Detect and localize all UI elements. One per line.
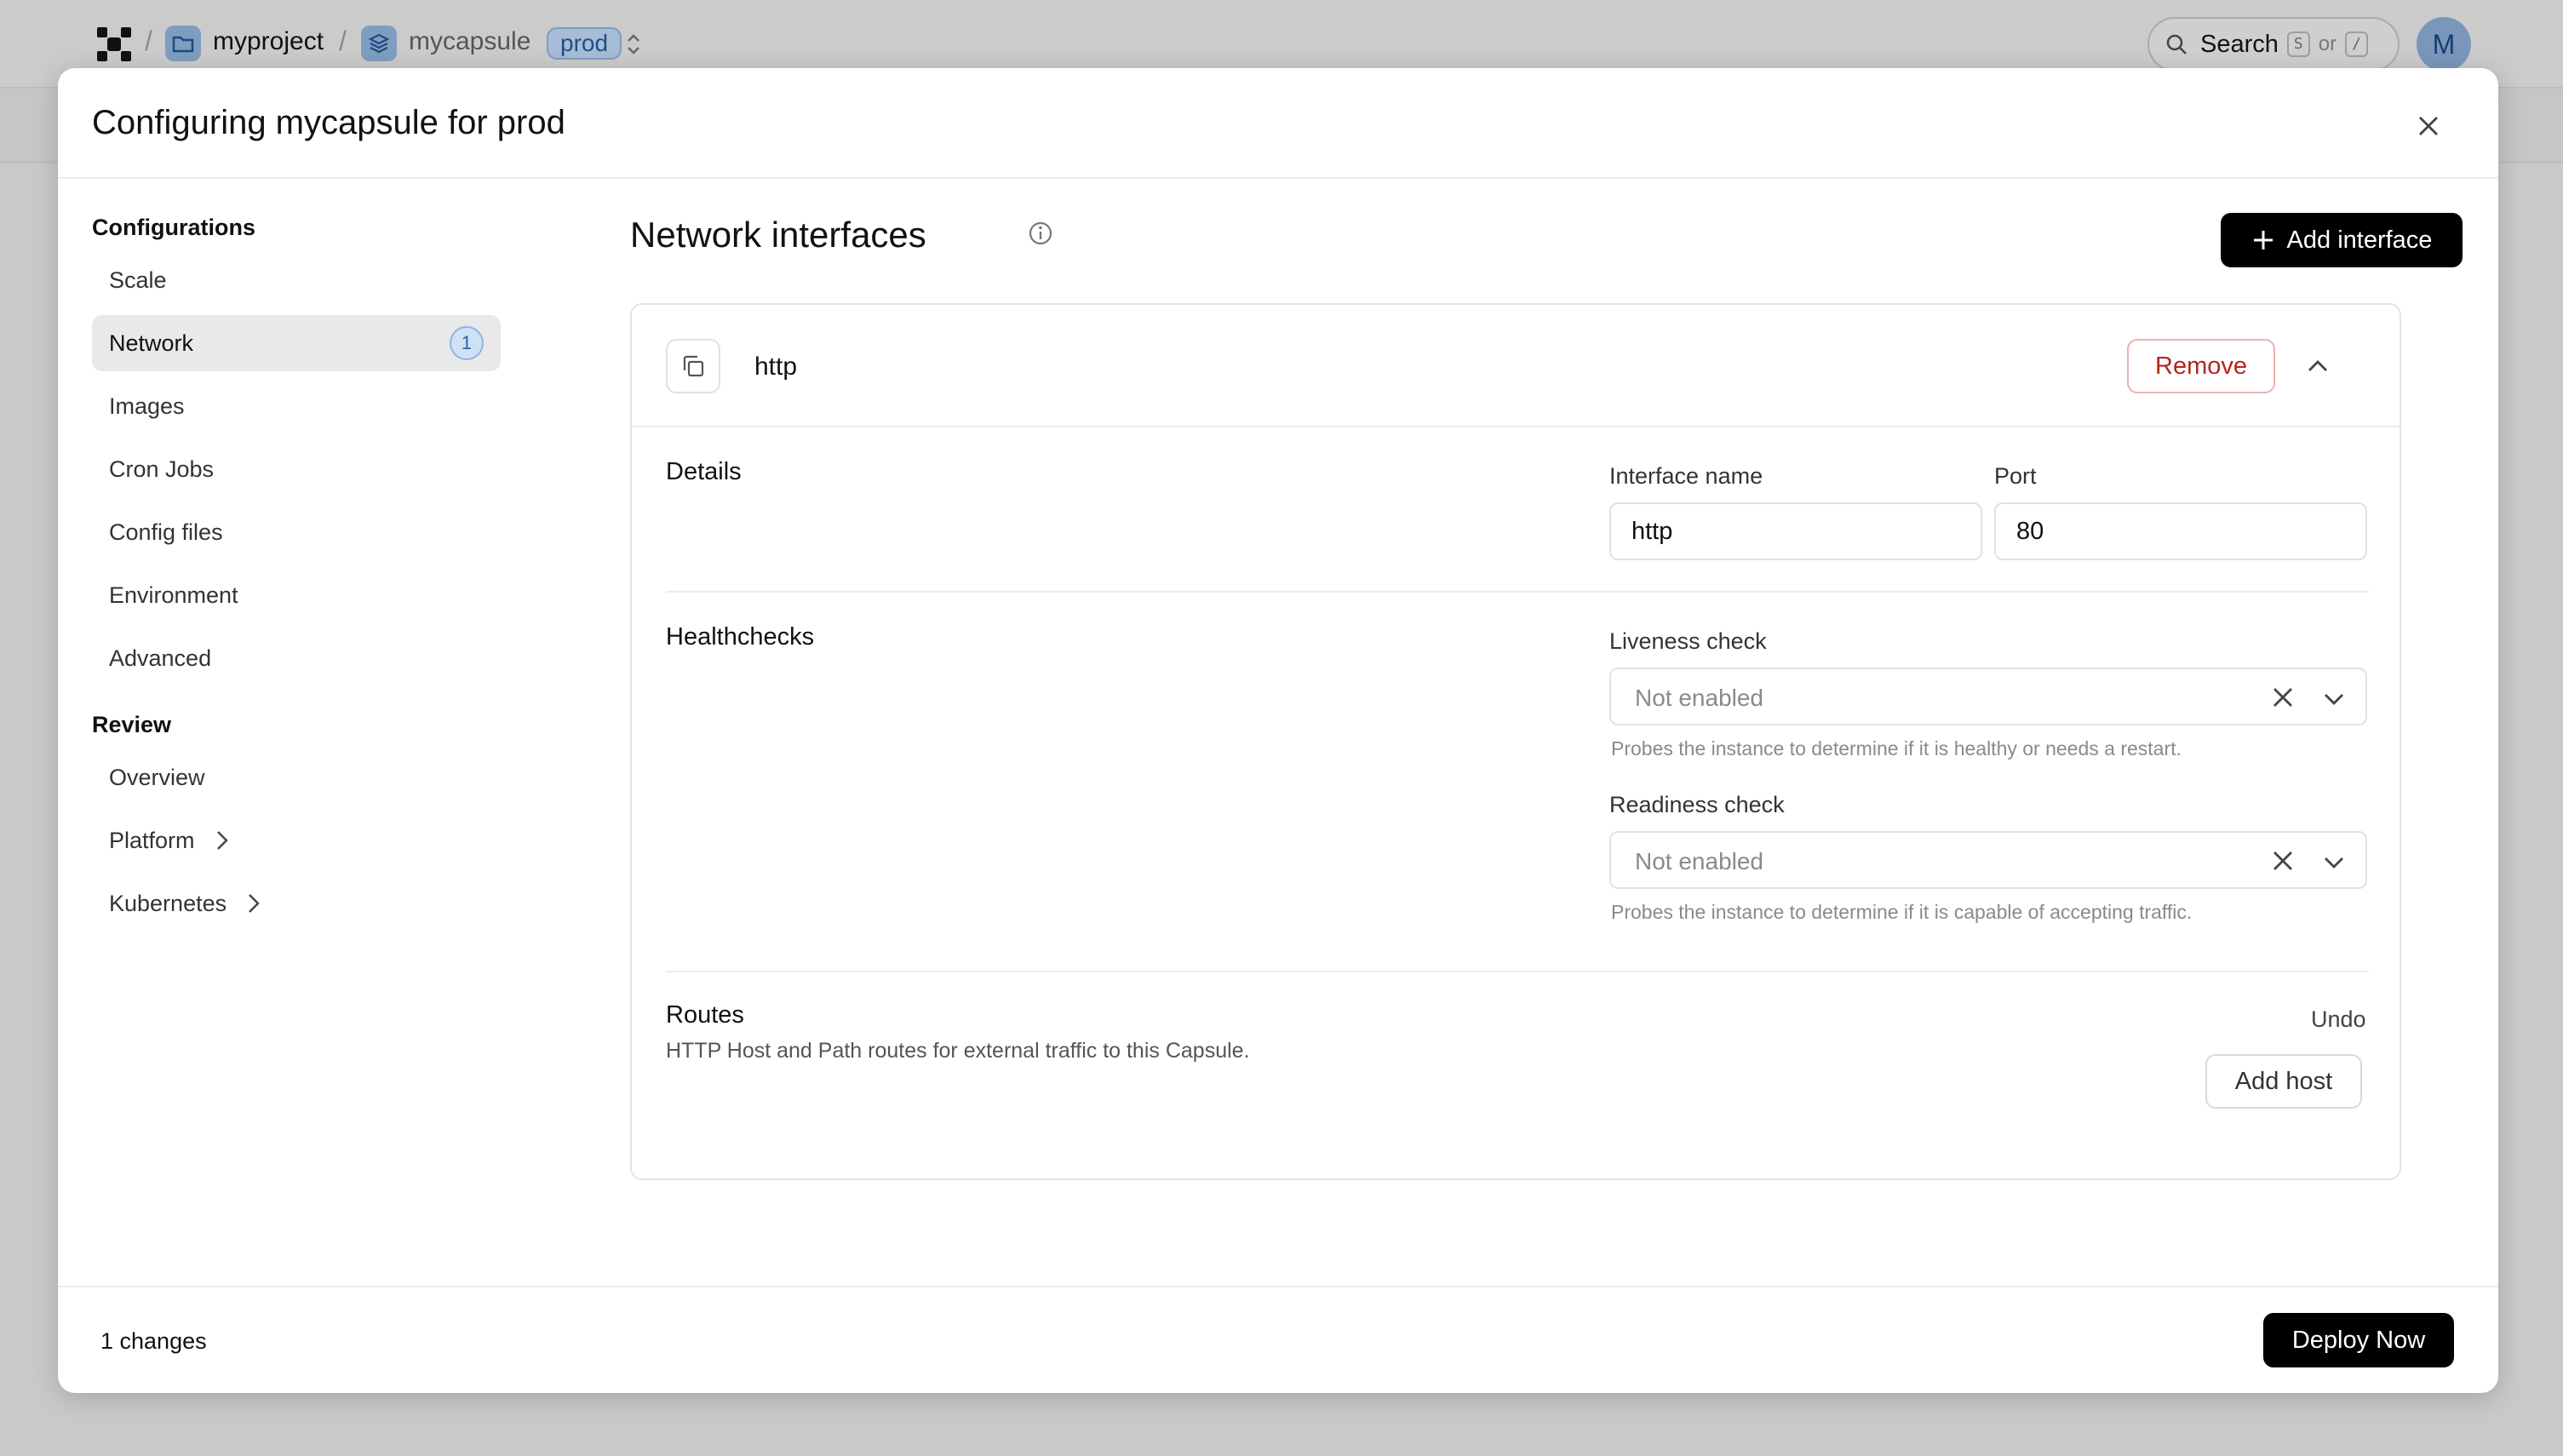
copy-icon — [683, 355, 704, 377]
sidebar-item-config-files[interactable]: Config files — [92, 504, 501, 560]
modal-header: Configuring mycapsule for prod — [58, 68, 2498, 179]
remove-interface-button[interactable]: Remove — [2127, 339, 2275, 393]
sidebar-item-label: Images — [109, 393, 185, 419]
chevron-up-icon[interactable] — [2301, 349, 2335, 383]
search-icon — [2166, 34, 2187, 54]
divider — [666, 591, 2369, 593]
sidebar-item-network[interactable]: Network 1 — [92, 315, 501, 371]
search-shortcut-or: or — [2318, 32, 2337, 55]
undo-button[interactable]: Undo — [2311, 1006, 2366, 1033]
routes-label: Routes — [666, 1001, 744, 1029]
breadcrumb-project[interactable]: myproject — [213, 27, 324, 56]
configure-modal: Configuring mycapsule for prod Configura… — [58, 68, 2498, 1393]
breadcrumb-separator: / — [339, 26, 347, 56]
clear-icon[interactable] — [2268, 846, 2297, 875]
close-icon[interactable] — [2411, 109, 2445, 143]
sidebar-item-cron-jobs[interactable]: Cron Jobs — [92, 441, 501, 497]
app-logo-icon[interactable] — [95, 26, 133, 63]
sidebar-item-label: Cron Jobs — [109, 456, 215, 482]
breadcrumb-separator: / — [145, 26, 152, 56]
interface-card-header: http Remove — [632, 305, 2400, 427]
sidebar-item-label: Scale — [109, 267, 167, 293]
changes-count: 1 changes — [100, 1328, 207, 1354]
chevron-down-icon[interactable] — [2319, 685, 2348, 714]
routes-description: HTTP Host and Path routes for external t… — [666, 1039, 1250, 1063]
sidebar-item-images[interactable]: Images — [92, 378, 501, 434]
search-shortcut-key: S — [2286, 32, 2310, 57]
readiness-check-help: Probes the instance to determine if it i… — [1611, 901, 2193, 923]
folder-icon — [165, 26, 201, 61]
capsule-icon — [361, 26, 397, 61]
plus-icon — [2253, 231, 2273, 249]
search-label: Search — [2200, 30, 2279, 58]
chevron-right-icon — [249, 894, 260, 913]
interface-card: http Remove Details Interface name Port … — [630, 303, 2401, 1180]
port-input[interactable]: 80 — [1994, 502, 2367, 560]
modal-footer: 1 changes Deploy Now — [58, 1286, 2498, 1393]
interface-name-input[interactable]: http — [1609, 502, 1982, 560]
add-host-button[interactable]: Add host — [2205, 1054, 2362, 1109]
search-shortcut-key: / — [2345, 32, 2368, 57]
sidebar-heading-configurations: Configurations — [92, 215, 255, 240]
readiness-check-label: Readiness check — [1609, 792, 1785, 817]
sidebar-item-label: Config files — [109, 519, 223, 545]
chevron-up-down-icon[interactable] — [623, 29, 644, 60]
breadcrumb-capsule[interactable]: mycapsule — [409, 27, 530, 56]
sidebar-item-label: Network — [109, 330, 194, 356]
sidebar-item-scale[interactable]: Scale — [92, 252, 501, 308]
section-title: Network interfaces — [630, 215, 926, 255]
sidebar-item-kubernetes[interactable]: Kubernetes — [92, 875, 501, 931]
sidebar-item-label: Environment — [109, 582, 238, 608]
sidebar-item-platform[interactable]: Platform — [92, 812, 501, 868]
search-button[interactable]: Search S or / — [2147, 17, 2400, 72]
readiness-check-placeholder: Not enabled — [1635, 848, 1764, 874]
sidebar-item-environment[interactable]: Environment — [92, 567, 501, 623]
changes-count-badge: 1 — [450, 326, 484, 360]
deploy-now-button[interactable]: Deploy Now — [2263, 1313, 2454, 1367]
clear-icon[interactable] — [2268, 683, 2297, 712]
sidebar-item-overview[interactable]: Overview — [92, 749, 501, 805]
modal-title: Configuring mycapsule for prod — [92, 104, 565, 141]
liveness-check-help: Probes the instance to determine if it i… — [1611, 737, 2182, 760]
info-icon[interactable] — [1027, 220, 1054, 247]
config-sidebar: Configurations Scale Network 1 Images Cr… — [92, 215, 501, 938]
divider — [666, 971, 2369, 972]
avatar[interactable]: M — [2417, 17, 2471, 72]
readiness-check-select[interactable]: Not enabled — [1609, 831, 2367, 889]
add-interface-button[interactable]: Add interface — [2221, 213, 2463, 267]
port-label: Port — [1994, 463, 2037, 489]
environment-badge[interactable]: prod — [547, 27, 622, 60]
sidebar-item-label: Overview — [109, 764, 205, 790]
interface-title: http — [754, 353, 798, 381]
sidebar-heading-review: Review — [92, 712, 172, 737]
add-interface-label: Add interface — [2286, 226, 2433, 254]
healthchecks-label: Healthchecks — [666, 623, 815, 651]
details-label: Details — [666, 458, 742, 485]
liveness-check-select[interactable]: Not enabled — [1609, 668, 2367, 725]
liveness-check-placeholder: Not enabled — [1635, 685, 1764, 711]
sidebar-item-label: Platform — [109, 827, 195, 853]
copy-button[interactable] — [666, 339, 720, 393]
interface-name-label: Interface name — [1609, 463, 1763, 489]
chevron-down-icon[interactable] — [2319, 848, 2348, 877]
sidebar-item-label: Advanced — [109, 645, 212, 671]
sidebar-item-advanced[interactable]: Advanced — [92, 630, 501, 686]
sidebar-item-label: Kubernetes — [109, 890, 227, 916]
liveness-check-label: Liveness check — [1609, 628, 1767, 654]
chevron-right-icon — [216, 831, 228, 850]
